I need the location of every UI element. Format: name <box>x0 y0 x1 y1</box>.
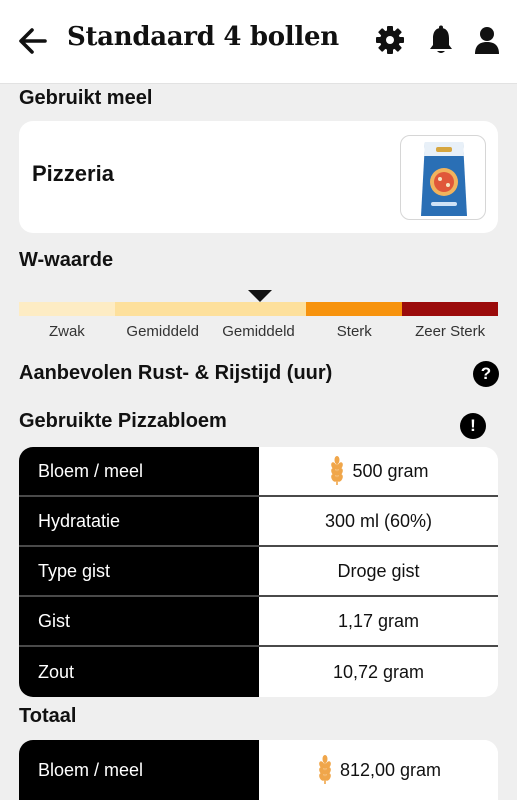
table-row: Bloem / meel 500 gram <box>19 447 498 497</box>
wheat-icon <box>331 456 344 485</box>
table-row: Zout 10,72 gram <box>19 647 498 697</box>
info-icon[interactable]: ! <box>460 413 486 439</box>
table-row: Hydratatie 300 ml (60%) <box>19 497 498 547</box>
used-flour-heading: Gebruikt meel <box>19 87 153 109</box>
w-value-scale <box>19 302 498 316</box>
row-value: 300 ml (60%) <box>259 497 498 545</box>
w-value-segment <box>114 302 211 316</box>
flour-card[interactable]: Pizzeria <box>19 121 498 233</box>
flour-bag-image <box>400 135 486 220</box>
w-value-pointer-icon <box>248 290 272 302</box>
total-heading: Totaal <box>19 705 77 727</box>
row-label: Zout <box>19 647 259 697</box>
w-value-label: Zeer Sterk <box>415 323 486 340</box>
w-value-segment <box>210 302 307 316</box>
row-label: Bloem / meel <box>19 447 259 495</box>
table-row: Bloem / meel 812,00 gram <box>19 740 498 800</box>
wheat-icon <box>319 755 331 784</box>
row-value: 10,72 gram <box>259 647 498 697</box>
row-label: Bloem / meel <box>19 740 259 800</box>
page-title: Standaard 4 bollen <box>67 22 339 52</box>
row-value: 1,17 gram <box>259 597 498 645</box>
table-row: Gist 1,17 gram <box>19 597 498 647</box>
total-table: Bloem / meel 812,00 gram <box>19 740 498 800</box>
w-value-segment <box>402 302 498 316</box>
used-flour-table: Bloem / meel 500 gram Hydratatie 300 ml … <box>19 447 498 697</box>
row-value: 500 gram <box>352 460 429 481</box>
rest-time-heading: Aanbevolen Rust- & Rijstijd (uur) <box>19 362 333 384</box>
app-header: Standaard 4 bollen <box>0 0 517 84</box>
help-icon[interactable]: ? <box>473 361 499 387</box>
w-value-label: Gemiddeld <box>222 323 295 340</box>
row-label: Type gist <box>19 547 259 595</box>
w-value-scale-labels: Zwak Gemiddeld Gemiddeld Sterk Zeer Sterk <box>19 323 498 340</box>
row-value: Droge gist <box>259 547 498 595</box>
notification-bell-icon[interactable] <box>425 24 457 56</box>
back-arrow-icon[interactable] <box>14 22 52 60</box>
w-value-label: Zwak <box>48 323 85 340</box>
flour-name: Pizzeria <box>32 161 114 186</box>
row-label: Hydratatie <box>19 497 259 545</box>
w-value-label: Sterk <box>336 323 372 340</box>
row-label: Gist <box>19 597 259 645</box>
w-value-label: Gemiddeld <box>126 323 199 340</box>
user-profile-icon[interactable] <box>471 24 503 56</box>
table-row: Type gist Droge gist <box>19 547 498 597</box>
row-value: 812,00 gram <box>339 759 442 780</box>
used-pizza-flour-heading: Gebruikte Pizzabloem <box>19 410 227 432</box>
w-value-segment <box>19 302 115 316</box>
w-value-segment <box>306 302 403 316</box>
w-value-heading: W-waarde <box>19 249 114 271</box>
settings-gear-icon[interactable] <box>374 24 406 56</box>
